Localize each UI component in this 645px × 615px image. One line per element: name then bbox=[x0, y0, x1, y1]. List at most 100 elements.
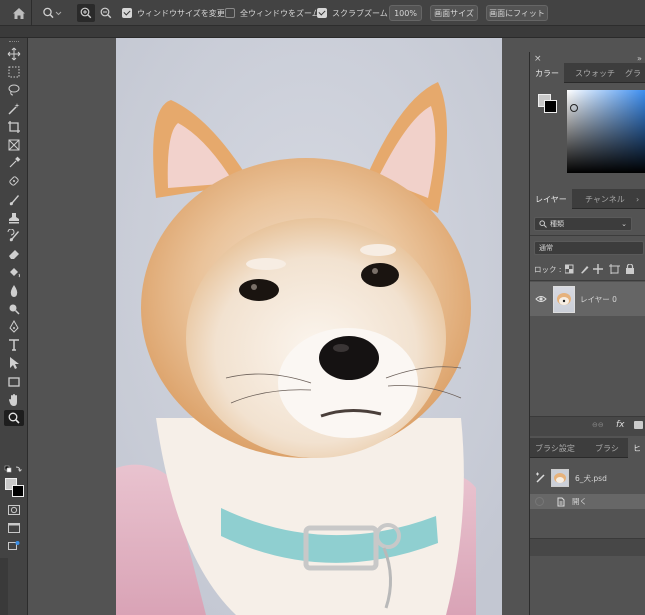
fx-button[interactable]: fx bbox=[616, 420, 625, 430]
link-layers-icon[interactable]: ⊖⊖ bbox=[592, 421, 604, 429]
layer-thumbnail bbox=[553, 285, 575, 313]
tab-channels[interactable]: チャンネル bbox=[580, 189, 630, 209]
tab-swatches[interactable]: スウォッチ bbox=[570, 63, 620, 83]
quick-mask-button[interactable] bbox=[4, 502, 24, 518]
paint-bucket-icon bbox=[10, 268, 20, 278]
eyedropper-tool[interactable] bbox=[4, 155, 24, 171]
dodge-tool[interactable] bbox=[4, 301, 24, 317]
lock-all-icon[interactable] bbox=[626, 264, 635, 274]
history-snapshot[interactable]: 6_犬.psd bbox=[530, 465, 645, 491]
lock-image-icon[interactable] bbox=[581, 266, 589, 274]
zoom-100-button[interactable]: 100% bbox=[389, 5, 422, 21]
color-panel bbox=[530, 83, 645, 187]
zoom-tool-preset-picker[interactable] bbox=[38, 0, 66, 26]
layer-row[interactable]: レイヤー 0 bbox=[530, 282, 645, 316]
canvas-area[interactable] bbox=[29, 38, 529, 615]
layers-panel-tabs: レイヤー チャンネル › bbox=[530, 189, 645, 209]
eye-icon[interactable] bbox=[535, 295, 547, 303]
lock-artboard-icon[interactable] bbox=[609, 264, 621, 274]
tab-brush-settings[interactable]: ブラシ設定 bbox=[530, 438, 580, 458]
edit-toolbar-button[interactable] bbox=[4, 538, 24, 554]
pen-icon bbox=[9, 320, 19, 333]
snapshot-name: 6_犬.psd bbox=[575, 473, 607, 483]
panel-background-color[interactable] bbox=[544, 100, 557, 113]
search-icon bbox=[539, 220, 547, 228]
tab-more-chevron[interactable]: › bbox=[636, 189, 639, 209]
layer-name[interactable]: レイヤー 0 bbox=[580, 294, 617, 305]
brush-tool[interactable] bbox=[4, 192, 24, 208]
color-swatches[interactable] bbox=[4, 464, 24, 504]
history-brush-source-icon[interactable] bbox=[535, 472, 547, 484]
zoom-tool[interactable] bbox=[4, 410, 24, 426]
layers-footer: ⊖⊖ fx bbox=[530, 416, 645, 436]
screen-mode-button[interactable] bbox=[4, 520, 24, 536]
frame-tool[interactable] bbox=[4, 137, 24, 153]
path-selection-tool[interactable] bbox=[4, 355, 24, 371]
color-panel-tabs: カラー スウォッチ グラ bbox=[530, 63, 645, 83]
collapse-panel-icon[interactable]: » bbox=[637, 54, 642, 63]
brush-icon bbox=[9, 194, 19, 205]
toolbar-grip[interactable] bbox=[9, 41, 19, 43]
blur-tool[interactable] bbox=[4, 283, 24, 299]
document-tab-strip: 6005505004504003503002502001501005005010… bbox=[0, 26, 645, 60]
zoom-icon bbox=[8, 412, 20, 424]
marquee-tool[interactable] bbox=[4, 64, 24, 80]
options-bar: ウィンドウサイズを変更 全ウィンドウをズーム スクラブズーム 100% 画面サイ… bbox=[0, 0, 645, 26]
crop-tool[interactable] bbox=[4, 119, 24, 135]
scrubby-zoom-checkbox[interactable]: スクラブズーム bbox=[317, 0, 388, 26]
stamp-icon bbox=[9, 212, 19, 224]
fill-screen-button[interactable]: 画面にフィット bbox=[486, 5, 548, 21]
magic-wand-tool[interactable] bbox=[4, 101, 24, 117]
paint-bucket-tool[interactable] bbox=[4, 264, 24, 280]
lasso-tool[interactable] bbox=[4, 82, 24, 98]
blend-mode-select[interactable]: 通常 bbox=[534, 241, 644, 255]
fit-screen-button[interactable]: 画面サイズ bbox=[430, 5, 478, 21]
zoom-in-icon bbox=[80, 7, 92, 19]
history-footer bbox=[530, 538, 645, 556]
rectangle-tool[interactable] bbox=[4, 374, 24, 390]
stamp-tool[interactable] bbox=[4, 210, 24, 226]
zoom-in-button[interactable] bbox=[77, 4, 95, 22]
lock-position-icon[interactable] bbox=[593, 264, 604, 274]
eraser-tool[interactable] bbox=[4, 246, 24, 262]
tools-panel bbox=[0, 38, 28, 615]
document-icon bbox=[557, 497, 565, 506]
tab-brushes[interactable]: ブラシ bbox=[590, 438, 624, 458]
more-tools-icon bbox=[8, 541, 20, 550]
tab-layers[interactable]: レイヤー bbox=[530, 189, 572, 209]
pen-tool[interactable] bbox=[4, 319, 24, 335]
history-brush-icon bbox=[7, 229, 19, 242]
color-field[interactable] bbox=[567, 90, 645, 173]
history-panel-tabs: ブラシ設定 ブラシ ヒ bbox=[530, 438, 645, 458]
eyedropper-icon bbox=[9, 156, 21, 168]
layer-filter-select[interactable]: 種類 ⌄ bbox=[534, 217, 632, 231]
dodge-icon bbox=[9, 304, 20, 315]
history-step-marker-icon bbox=[535, 497, 544, 506]
quick-mask-icon bbox=[8, 505, 20, 515]
history-step[interactable]: 開く bbox=[530, 494, 645, 509]
history-brush-tool[interactable] bbox=[4, 228, 24, 244]
magnifier-icon bbox=[43, 7, 62, 19]
tab-history[interactable]: ヒ bbox=[628, 438, 645, 458]
blur-icon bbox=[10, 284, 18, 297]
tab-color[interactable]: カラー bbox=[530, 63, 564, 83]
home-icon[interactable] bbox=[8, 0, 30, 26]
hand-tool[interactable] bbox=[4, 392, 24, 408]
shiba-dog-photo bbox=[116, 38, 502, 615]
document-image[interactable] bbox=[116, 38, 502, 615]
checkbox-checked-icon bbox=[317, 8, 327, 18]
color-picker-cursor[interactable] bbox=[570, 104, 578, 112]
lock-transparent-icon[interactable] bbox=[565, 264, 574, 274]
move-tool[interactable] bbox=[4, 46, 24, 62]
lock-row: ロック : bbox=[534, 262, 645, 276]
rectangle-icon bbox=[8, 376, 20, 387]
checkbox-unchecked-icon bbox=[225, 8, 235, 18]
resize-windows-checkbox[interactable]: ウィンドウサイズを変更 bbox=[122, 0, 225, 26]
zoom-out-button[interactable] bbox=[97, 0, 115, 26]
background-color[interactable] bbox=[12, 485, 24, 497]
spot-healing-tool[interactable] bbox=[4, 173, 24, 189]
zoom-all-windows-checkbox[interactable]: 全ウィンドウをズーム bbox=[225, 0, 320, 26]
tab-gradient[interactable]: グラ bbox=[620, 63, 645, 83]
type-tool[interactable] bbox=[4, 337, 24, 353]
add-mask-icon[interactable] bbox=[634, 421, 643, 429]
